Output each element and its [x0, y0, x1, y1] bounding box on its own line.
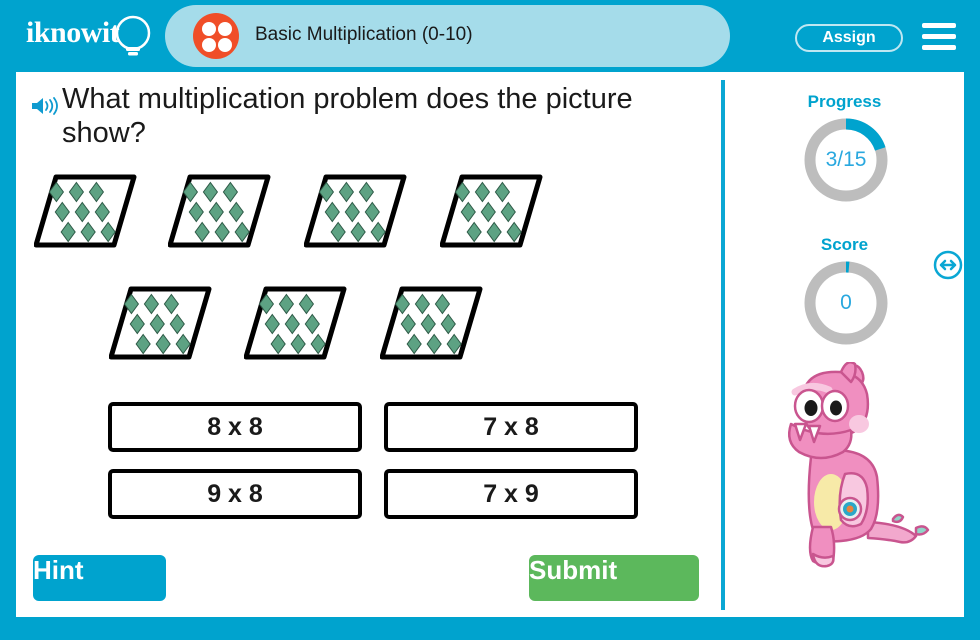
answer-option-4[interactable]: 7 x 9	[384, 469, 638, 519]
question-prompt: What multiplication problem does the pic…	[62, 83, 633, 149]
dot	[218, 38, 232, 52]
diamond-group	[304, 172, 409, 250]
dot	[218, 22, 232, 36]
answer-option-3[interactable]: 9 x 8	[108, 469, 362, 519]
answer-choices: 8 x 8 7 x 8 9 x 8 7 x 9	[108, 402, 668, 542]
hint-button[interactable]: Hint	[33, 555, 166, 601]
progress-label: Progress	[807, 92, 882, 111]
answer-option-1[interactable]: 8 x 8	[108, 402, 362, 452]
progress-value: 3/15	[825, 148, 867, 171]
score-value: 0	[840, 291, 852, 314]
answer-option-2[interactable]: 7 x 8	[384, 402, 638, 452]
menu-bar	[922, 34, 956, 39]
status-sidebar: Progress 3/15 Score 0	[725, 72, 964, 617]
lightbulb-icon	[115, 15, 151, 56]
iknowit-logo[interactable]: iknowit	[22, 12, 162, 62]
menu-bar	[922, 45, 956, 50]
four-dots-circle-icon	[193, 13, 239, 59]
assign-button[interactable]: Assign	[795, 24, 903, 52]
page-title: Basic Multiplication (0-10)	[255, 24, 473, 45]
subject-title-panel: Basic Multiplication (0-10)	[165, 5, 730, 67]
diamond-group	[34, 172, 139, 250]
hamburger-menu-icon[interactable]	[922, 23, 956, 51]
diamond-group	[168, 172, 273, 250]
left-right-arrow-icon[interactable]	[933, 250, 963, 280]
diamond-group	[440, 172, 545, 250]
mascot-character	[788, 362, 930, 568]
dot	[202, 38, 216, 52]
submit-button[interactable]: Submit	[529, 555, 699, 601]
dot	[202, 22, 216, 36]
diamond-group	[109, 284, 214, 362]
diamond-group	[380, 284, 485, 362]
menu-bar	[922, 23, 956, 28]
score-label: Score	[820, 235, 869, 254]
content-card: What multiplication problem does the pic…	[16, 72, 964, 617]
app-header: iknowit Basic Multiplication (0-10) Assi…	[0, 0, 980, 72]
question-pane: What multiplication problem does the pic…	[16, 72, 721, 617]
diamond-group	[244, 284, 349, 362]
speaker-icon[interactable]	[30, 94, 60, 118]
logo-wordmark: iknowit	[26, 16, 120, 49]
app-window: iknowit Basic Multiplication (0-10) Assi…	[0, 0, 980, 640]
